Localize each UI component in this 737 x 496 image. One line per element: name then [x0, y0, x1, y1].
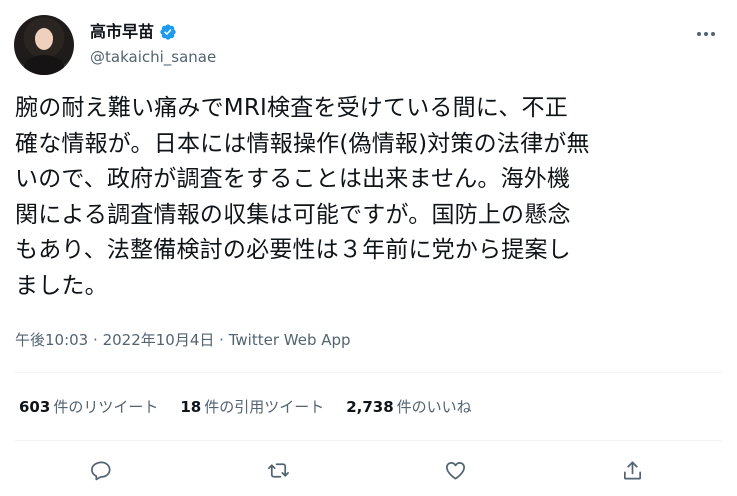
reply-button[interactable]: [84, 453, 118, 487]
meta-separator: ·: [93, 331, 98, 349]
more-dot: [704, 32, 708, 36]
author-handle[interactable]: @takaichi_sanae: [90, 48, 216, 66]
share-icon: [623, 460, 641, 480]
avatar[interactable]: [14, 15, 74, 75]
avatar-face: [35, 28, 53, 50]
more-dot: [697, 32, 701, 36]
tweet-text: 腕の耐え難い痛みでMRI検査を受けている間に、不正 確な情報が。日本には情報操作…: [15, 95, 590, 299]
likes-label: 件のいいね: [396, 398, 472, 416]
retweets-stat[interactable]: 603 件のリツイート: [19, 397, 158, 417]
tweet-date[interactable]: 2022年10月4日: [103, 331, 215, 349]
likes-stat[interactable]: 2,738 件のいいね: [346, 397, 471, 417]
retweet-icon: [267, 462, 289, 478]
retweets-label: 件のリツイート: [53, 398, 159, 416]
reply-icon: [90, 460, 111, 480]
tweet-header: 高市早苗 @takaichi_sanae: [14, 14, 722, 78]
divider: [15, 440, 722, 441]
like-button[interactable]: [438, 453, 472, 487]
likes-count: 2,738: [346, 398, 394, 416]
quotes-stat[interactable]: 18 件の引用ツイート: [180, 397, 324, 417]
meta-separator: ·: [219, 331, 224, 349]
tweet-source[interactable]: Twitter Web App: [229, 331, 351, 349]
retweet-button[interactable]: [261, 453, 295, 487]
author-name-row[interactable]: 高市早苗: [90, 22, 177, 42]
quotes-label: 件の引用ツイート: [204, 398, 325, 416]
heart-icon: [445, 461, 465, 480]
tweet-stats: 603 件のリツイート 18 件の引用ツイート 2,738 件のいいね: [19, 397, 472, 417]
retweets-count: 603: [19, 398, 51, 416]
more-dot: [711, 32, 715, 36]
more-icon[interactable]: [692, 24, 720, 44]
divider: [15, 372, 722, 373]
tweet-actions: [0, 453, 737, 487]
tweet-meta: 午後10:03 · 2022年10月4日 · Twitter Web App: [15, 330, 351, 350]
share-button[interactable]: [615, 453, 649, 487]
verified-badge-icon: [160, 24, 176, 40]
avatar-shoulders: [24, 55, 64, 75]
tweet-time[interactable]: 午後10:03: [15, 331, 88, 349]
author-display-name[interactable]: 高市早苗: [90, 22, 154, 42]
quotes-count: 18: [180, 398, 202, 416]
